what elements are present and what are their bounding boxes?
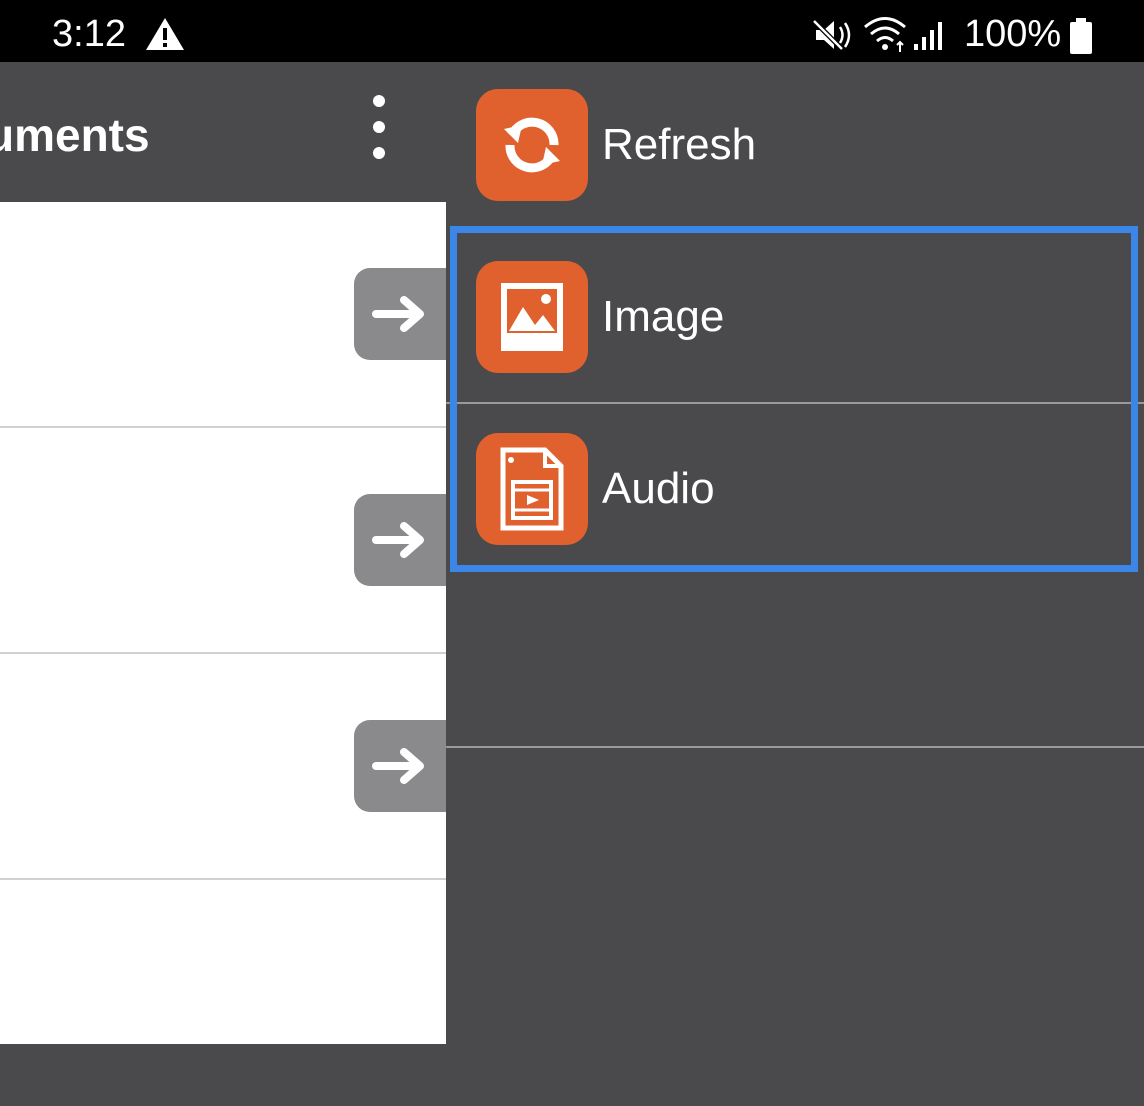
- media-file-icon: [476, 433, 588, 545]
- more-vert-icon[interactable]: [366, 92, 392, 162]
- divider: [446, 746, 1144, 748]
- list-item[interactable]: [0, 428, 446, 654]
- open-document-button[interactable]: [354, 720, 446, 812]
- status-bar: 3:12 100%: [0, 0, 1144, 62]
- divider: [446, 402, 1144, 404]
- list-item[interactable]: [0, 654, 446, 880]
- menu-item-label: Audio: [602, 464, 715, 513]
- image-icon: [476, 261, 588, 373]
- page-title: uments: [0, 109, 150, 161]
- arrow-right-icon: [372, 296, 424, 332]
- document-list: [0, 202, 446, 1044]
- menu-item-image[interactable]: Image: [446, 261, 1144, 373]
- menu-panel: Refresh Image Audio: [446, 62, 1144, 1044]
- battery-icon: [1070, 18, 1092, 54]
- refresh-icon: [476, 89, 588, 201]
- menu-item-refresh[interactable]: Refresh: [446, 89, 1144, 201]
- list-item[interactable]: [0, 202, 446, 428]
- menu-item-label: Image: [602, 292, 725, 341]
- arrow-right-icon: [372, 522, 424, 558]
- wifi-icon: [864, 17, 906, 52]
- app-bar: uments: [0, 62, 446, 202]
- list-item[interactable]: [0, 880, 446, 1106]
- menu-item-audio[interactable]: Audio: [446, 433, 1144, 545]
- mute-icon: [812, 19, 851, 51]
- warning-icon: [146, 18, 184, 50]
- menu-item-label: Refresh: [602, 120, 757, 169]
- arrow-right-icon: [372, 748, 424, 784]
- open-document-button[interactable]: [354, 268, 446, 360]
- battery-percentage: 100%: [964, 13, 1062, 55]
- status-time: 3:12: [52, 13, 126, 55]
- signal-icon: [914, 22, 942, 50]
- open-document-button[interactable]: [354, 494, 446, 586]
